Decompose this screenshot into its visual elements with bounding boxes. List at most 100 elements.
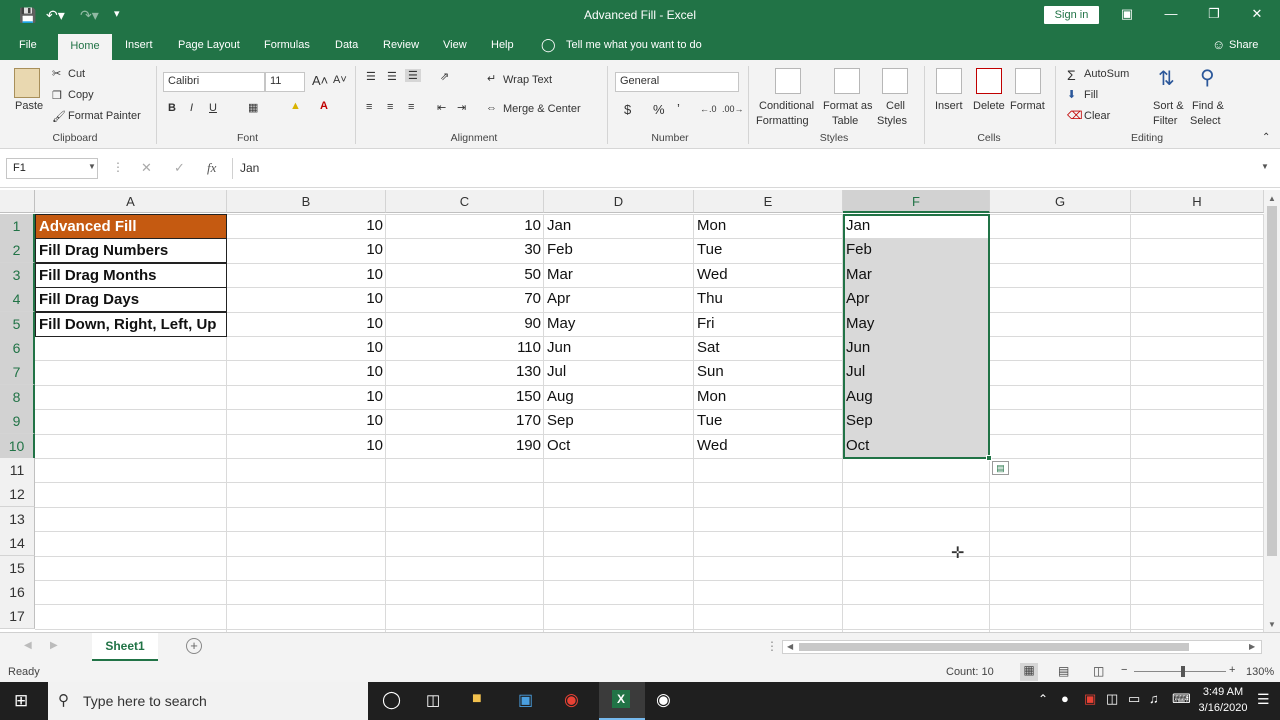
- paste-icon[interactable]: [14, 68, 40, 98]
- number-cell[interactable]: 90: [386, 312, 544, 336]
- wrap-text-icon[interactable]: ↵: [487, 72, 496, 85]
- task-view-icon[interactable]: ◫: [426, 691, 440, 709]
- number-cell[interactable]: 10: [227, 360, 386, 384]
- tab-insert[interactable]: Insert: [125, 39, 153, 51]
- row-header[interactable]: 5: [0, 312, 35, 337]
- tab-data[interactable]: Data: [335, 39, 358, 51]
- zoom-level[interactable]: 130%: [1246, 666, 1274, 678]
- number-cell[interactable]: 10: [227, 336, 386, 360]
- restore-icon[interactable]: ❐: [1201, 6, 1227, 26]
- horizontal-scrollbar[interactable]: ◀ ▶: [782, 640, 1262, 654]
- row-header[interactable]: 7: [0, 360, 35, 385]
- page-break-view-icon[interactable]: ◫: [1093, 664, 1104, 678]
- page-layout-view-icon[interactable]: ▤: [1058, 664, 1069, 678]
- tab-page-layout[interactable]: Page Layout: [178, 39, 240, 51]
- scroll-left-icon[interactable]: ◀: [787, 642, 793, 651]
- ribbon-display-options-icon[interactable]: ▣: [1114, 6, 1140, 26]
- month-cell[interactable]: Mar: [544, 263, 694, 287]
- tab-view[interactable]: View: [443, 39, 467, 51]
- month-cell[interactable]: Sep: [544, 409, 694, 433]
- month-cell[interactable]: May: [544, 312, 694, 336]
- sheet-tab-sheet1[interactable]: Sheet1: [92, 633, 158, 661]
- bold-button[interactable]: B: [168, 102, 176, 114]
- windows-start-icon[interactable]: ⊞: [14, 691, 28, 711]
- align-left-icon[interactable]: ≡: [366, 101, 372, 113]
- day-cell[interactable]: Mon: [694, 214, 843, 238]
- formula-input[interactable]: Jan: [235, 158, 1275, 179]
- align-bottom-icon[interactable]: ☰: [405, 69, 421, 82]
- day-cell[interactable]: Sun: [694, 360, 843, 384]
- increase-decimal-icon[interactable]: ←.0: [700, 104, 717, 114]
- insert-cells-icon[interactable]: [936, 68, 962, 94]
- month-cell[interactable]: Oct: [544, 434, 694, 458]
- chrome-icon[interactable]: ◉: [564, 690, 579, 710]
- collapse-ribbon-icon[interactable]: ⌃: [1262, 132, 1270, 143]
- autosum-button[interactable]: AutoSum: [1084, 68, 1129, 80]
- number-format-select[interactable]: General: [615, 72, 739, 92]
- day-cell[interactable]: Tue: [694, 238, 843, 262]
- font-family-select[interactable]: Calibri: [163, 72, 265, 92]
- row-header[interactable]: 2: [0, 238, 35, 263]
- row-header[interactable]: 14: [0, 531, 35, 556]
- number-cell[interactable]: 130: [386, 360, 544, 384]
- cortana-icon[interactable]: ◯: [382, 690, 401, 710]
- row-header[interactable]: 6: [0, 336, 35, 361]
- sort-filter-button-2[interactable]: Filter: [1153, 115, 1177, 127]
- format-cells-icon[interactable]: [1015, 68, 1041, 94]
- fill-icon[interactable]: ⬇: [1067, 88, 1076, 101]
- delete-cells-button[interactable]: Delete: [973, 100, 1005, 112]
- keyboard-icon[interactable]: ⌨: [1172, 691, 1191, 707]
- row-header[interactable]: 9: [0, 409, 35, 434]
- sign-in-button[interactable]: Sign in: [1044, 6, 1099, 24]
- number-cell[interactable]: 10: [227, 238, 386, 262]
- tab-home[interactable]: Home: [58, 34, 112, 60]
- cell-styles-button[interactable]: Cell: [886, 100, 905, 112]
- cell-styles-button-2[interactable]: Styles: [877, 115, 907, 127]
- format-painter-button[interactable]: Format Painter: [68, 110, 141, 122]
- number-cell[interactable]: 30: [386, 238, 544, 262]
- scroll-down-icon[interactable]: ▼: [1268, 620, 1276, 629]
- excel-taskbar-item[interactable]: X: [599, 682, 645, 720]
- enter-icon[interactable]: ✓: [174, 160, 185, 176]
- clear-button[interactable]: Clear: [1084, 110, 1110, 122]
- tab-help[interactable]: Help: [491, 39, 514, 51]
- network-icon[interactable]: ◫: [1106, 691, 1118, 707]
- month-cell[interactable]: Feb: [544, 238, 694, 262]
- format-as-table-button[interactable]: Format as: [823, 100, 873, 112]
- align-top-icon[interactable]: ☰: [366, 70, 376, 83]
- row-header[interactable]: 17: [0, 604, 35, 629]
- fill-color-icon[interactable]: ▲: [290, 100, 301, 112]
- autofill-options-icon[interactable]: ▤: [992, 461, 1009, 475]
- find-select-button[interactable]: Find &: [1192, 100, 1224, 112]
- number-cell[interactable]: 10: [227, 385, 386, 409]
- battery-icon[interactable]: ▭: [1128, 691, 1140, 707]
- decrease-indent-icon[interactable]: ⇤: [437, 101, 446, 114]
- format-as-table-icon[interactable]: [834, 68, 860, 94]
- row-header[interactable]: 10: [0, 434, 35, 459]
- day-cell[interactable]: Wed: [694, 263, 843, 287]
- autosum-icon[interactable]: Σ: [1067, 67, 1076, 83]
- expand-formula-icon[interactable]: ▼: [1261, 162, 1269, 171]
- align-middle-icon[interactable]: ☰: [387, 70, 397, 83]
- label-cell[interactable]: Fill Drag Numbers: [35, 238, 227, 263]
- microphone-icon[interactable]: ●: [1061, 691, 1069, 706]
- horizontal-scroll-thumb[interactable]: [799, 643, 1189, 651]
- merge-center-icon[interactable]: ⇔: [486, 102, 497, 114]
- number-cell[interactable]: 170: [386, 409, 544, 433]
- find-select-icon[interactable]: ⚲: [1200, 65, 1215, 90]
- insert-cells-button[interactable]: Insert: [935, 100, 963, 112]
- conditional-formatting-button-2[interactable]: Formatting: [756, 115, 809, 127]
- day-cell[interactable]: Mon: [694, 385, 843, 409]
- row-header[interactable]: 11: [0, 458, 35, 483]
- store-icon[interactable]: ▣: [518, 690, 533, 710]
- increase-indent-icon[interactable]: ⇥: [457, 101, 466, 114]
- next-sheet-icon[interactable]: ▶: [50, 640, 58, 651]
- borders-icon[interactable]: ▦: [248, 101, 258, 114]
- conditional-formatting-button[interactable]: Conditional: [759, 100, 814, 112]
- currency-button[interactable]: $: [624, 102, 631, 117]
- close-icon[interactable]: ✕: [1244, 6, 1270, 26]
- clear-icon[interactable]: ⌫: [1067, 109, 1083, 122]
- format-as-table-button-2[interactable]: Table: [832, 115, 858, 127]
- tab-file[interactable]: File: [19, 39, 37, 51]
- vertical-scroll-thumb[interactable]: [1267, 206, 1277, 556]
